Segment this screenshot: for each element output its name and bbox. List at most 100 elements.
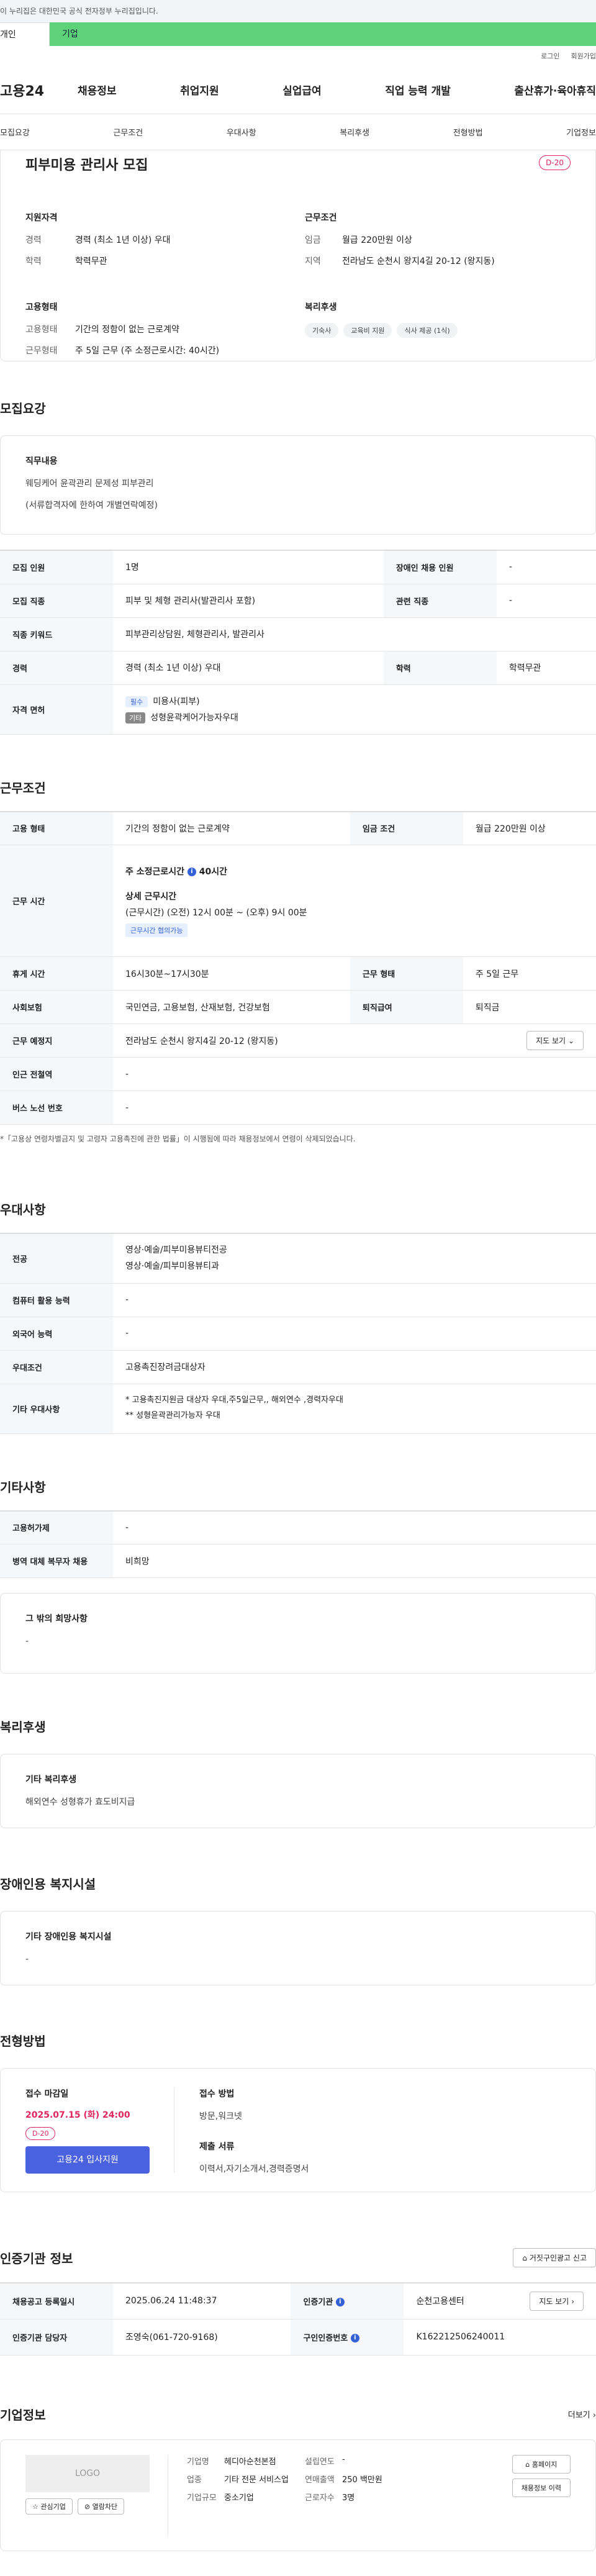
map-button[interactable]: 지도 보기 › bbox=[530, 2291, 584, 2311]
more-link[interactable]: 더보기 › bbox=[568, 2408, 596, 2420]
welfare-block: 복리후생 기숙사 교육비 지원 식사 제공 (1식) bbox=[305, 301, 571, 365]
row-key: 사회보험 bbox=[0, 990, 113, 1024]
company-logo-block: LOGO ☆ 관심기업 ⊘ 열람차단 bbox=[25, 2454, 168, 2536]
row-value: 영상·예술/피부미용뷰티전공 영상·예술/피부미용뷰티과 bbox=[113, 1233, 596, 1284]
emp-key: 고용형태 bbox=[25, 325, 58, 335]
table-row: 인근 전철역 - bbox=[0, 1057, 596, 1091]
apply-button[interactable]: 고용24 입사지원 bbox=[25, 2146, 150, 2174]
row-key: 버스 노선 번호 bbox=[0, 1091, 113, 1125]
row-key: 우대조건 bbox=[0, 1350, 113, 1384]
row-value: * 고용촉진지원금 대상자 우대,주5일근무,, 해외연수 ,경력자우대 ** … bbox=[113, 1384, 596, 1434]
info-value: 헤디아순천본점 bbox=[224, 2457, 276, 2467]
wish-value: - bbox=[25, 1636, 29, 1646]
info-icon[interactable]: i bbox=[350, 2334, 359, 2342]
anchor-process[interactable]: 전형방법 bbox=[453, 126, 483, 138]
facility-box: 기타 장애인용 복지시설 - bbox=[0, 1911, 596, 1985]
favorite-button[interactable]: ☆ 관심기업 bbox=[25, 2498, 73, 2515]
row-key: 외국어 능력 bbox=[0, 1317, 113, 1351]
anchor-welfare[interactable]: 복리후생 bbox=[340, 126, 369, 138]
company-info-grid: 기업명 헤디아순천본점 설립연도 - 업종 기타 전문 서비스업 연매출액 25… bbox=[168, 2455, 512, 2536]
welfare-box-title: 기타 복리후생 bbox=[25, 1775, 77, 1785]
site-logo[interactable]: 고용24 bbox=[0, 80, 78, 100]
row-key: 근무 형태 bbox=[350, 956, 463, 991]
company-actions: ⌂ 홈페이지 채용정보 이력 bbox=[512, 2454, 571, 2536]
row-key: 채용공고 등록일시 bbox=[0, 2283, 113, 2320]
method-title: 접수 방법 bbox=[199, 2089, 235, 2099]
nav-item-parental-leave[interactable]: 출산휴가·육아휴직 bbox=[514, 82, 596, 98]
map-button[interactable]: 지도 보기 ⌄ bbox=[526, 1031, 584, 1050]
major-line: 영상·예술/피부미용뷰티과 bbox=[125, 1261, 219, 1272]
signup-link[interactable]: 회원가입 bbox=[571, 51, 596, 61]
row-value: 기간의 정함이 없는 근로계약 bbox=[113, 811, 350, 845]
emp-value: 주 5일 근무 (주 소정근로시간: 40시간) bbox=[75, 346, 220, 356]
duty-title: 직무내용 bbox=[25, 456, 58, 466]
section-title: 기업정보 bbox=[0, 2407, 46, 2423]
job-title: 피부미용 관리사 모집 bbox=[25, 158, 148, 173]
job-summary-card: 피부미용 관리사 모집 D-20 지원자격 경력 경력 (최소 1년 이상) 우대… bbox=[0, 150, 596, 361]
row-value: 2025.06.24 11:48:37 bbox=[113, 2283, 291, 2320]
section-title: 장애인용 복지시설 bbox=[0, 1877, 96, 1892]
qual-value: 학력무관 bbox=[75, 256, 107, 266]
method-block: 접수 방법 방문,워크넷 제출 서류 이력서,자기소개서,경력증명서 bbox=[174, 2087, 309, 2174]
table-row: 직종 키워드 피부관리상담원, 체형관리사, 발관리사 bbox=[0, 617, 596, 651]
homepage-label: 홈페이지 bbox=[531, 2460, 558, 2469]
anchor-recruit[interactable]: 모집요강 bbox=[0, 126, 30, 138]
chevron-right-icon: › bbox=[592, 2410, 596, 2420]
info-key: 설립연도 bbox=[305, 2457, 335, 2467]
nav-item-training[interactable]: 직업 능력 개발 bbox=[385, 82, 451, 98]
row-key: 장애인 채용 인원 bbox=[383, 550, 497, 584]
block-label: 열람차단 bbox=[92, 2502, 118, 2511]
etc-line: ** 성형윤곽관리가능자 우대 bbox=[125, 1411, 220, 1420]
history-button[interactable]: 채용정보 이력 bbox=[512, 2478, 571, 2497]
nav-item-jobs[interactable]: 채용정보 bbox=[78, 82, 117, 98]
table-row: 고용 형태 기간의 정함이 없는 근로계약 임금 조건 월급 220만원 이상 bbox=[0, 811, 596, 845]
row-key: 전공 bbox=[0, 1233, 113, 1284]
tab-person[interactable]: 개인 bbox=[0, 22, 50, 46]
info-icon[interactable]: i bbox=[187, 867, 196, 876]
anchor-company[interactable]: 기업정보 bbox=[566, 126, 596, 138]
section-title: 전형방법 bbox=[0, 2034, 46, 2049]
row-value: - bbox=[496, 584, 596, 618]
anchor-pref[interactable]: 우대사항 bbox=[227, 126, 256, 138]
recruit-section: 모집요강 직무내용 웨딩케어 윤곽관리 문제성 피부관리 (서류합격자에 한하여… bbox=[0, 399, 596, 735]
license-name: 미용사(피부) bbox=[153, 697, 200, 707]
required-badge: 필수 bbox=[125, 696, 148, 707]
cond-value: 월급 220만원 이상 bbox=[342, 235, 412, 245]
facility-section: 장애인용 복지시설 기타 장애인용 복지시설 - bbox=[0, 1874, 596, 1985]
row-value: 필수 미용사(피부) 기타 성형윤곽케어가능자우대 bbox=[113, 684, 596, 735]
row-key: 근무 예정지 bbox=[0, 1023, 113, 1058]
deadline-title: 접수 마감일 bbox=[25, 2089, 69, 2099]
row-value: 전라남도 순천시 왕지4길 20-12 (왕지동) 지도 보기 ⌄ bbox=[113, 1023, 596, 1058]
row-key: 고용 형태 bbox=[0, 811, 113, 845]
report-button[interactable]: ⌂ 거짓구인광고 신고 bbox=[513, 2248, 596, 2267]
cond-key: 임금 bbox=[305, 235, 321, 245]
main-nav: 고용24 채용정보 취업지원 실업급여 직업 능력 개발 출산휴가·육아휴직 bbox=[0, 66, 596, 114]
qualification-block: 지원자격 경력 경력 (최소 1년 이상) 우대 학력 학력무관 bbox=[25, 211, 305, 276]
nav-item-unemployment-benefit[interactable]: 실업급여 bbox=[282, 82, 322, 98]
table-row: 컴퓨터 활용 능력 - bbox=[0, 1283, 596, 1317]
row-value: 주 5일 근무 bbox=[463, 956, 596, 991]
section-title: 인증기관 정보 bbox=[0, 2251, 73, 2266]
row-value: 경력 (최소 1년 이상) 우대 bbox=[113, 651, 384, 685]
emp-value: 기간의 정함이 없는 근로계약 bbox=[75, 325, 179, 335]
row-value: 조영숙(061-720-9168) bbox=[113, 2319, 291, 2356]
gov-banner: 이 누리집은 대한민국 공식 전자정부 누리집입니다. bbox=[0, 0, 596, 22]
info-icon[interactable]: i bbox=[335, 2298, 345, 2307]
row-key: 휴게 시간 bbox=[0, 956, 113, 991]
qualification-title: 지원자격 bbox=[25, 213, 58, 223]
tab-company[interactable]: 기업 bbox=[50, 22, 596, 46]
block-button[interactable]: ⊘ 열람차단 bbox=[77, 2498, 125, 2515]
anchor-work[interactable]: 근무조건 bbox=[113, 126, 143, 138]
employment-title: 고용형태 bbox=[25, 302, 58, 312]
homepage-button[interactable]: ⌂ 홈페이지 bbox=[512, 2454, 571, 2474]
login-link[interactable]: 로그인 bbox=[541, 51, 559, 61]
company-section: 기업정보 더보기 › LOGO ☆ 관심기업 ⊘ 열람차단 기업명 헤디아순천본… bbox=[0, 2405, 596, 2551]
row-key: 직종 키워드 bbox=[0, 617, 113, 651]
work-table: 고용 형태 기간의 정함이 없는 근로계약 임금 조건 월급 220만원 이상 … bbox=[0, 810, 596, 1125]
nav-item-employment-support[interactable]: 취업지원 bbox=[180, 82, 219, 98]
facility-box-value: - bbox=[25, 1954, 29, 1964]
duty-line: (서류합격자에 한하여 개별연락예정) bbox=[25, 500, 158, 510]
row-key: 경력 bbox=[0, 651, 113, 685]
row-value: 학력무관 bbox=[496, 651, 596, 685]
table-row: 인증기관 담당자 조영숙(061-720-9168) 구인인증번호 i K162… bbox=[0, 2319, 596, 2356]
